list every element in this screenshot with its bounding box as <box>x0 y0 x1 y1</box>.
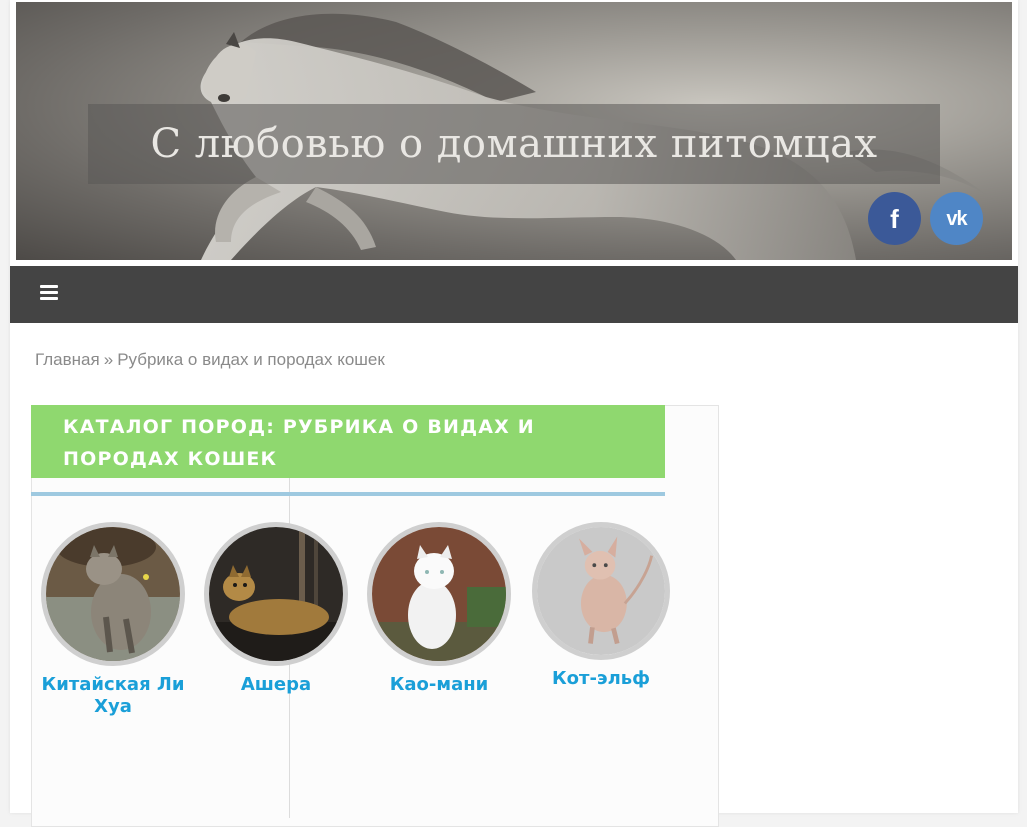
site-title-box: С любовью о домашних питомцах <box>88 104 940 184</box>
breadcrumb-home-link[interactable]: Главная <box>35 350 100 369</box>
hamburger-icon[interactable] <box>40 285 60 303</box>
breed-photo[interactable] <box>41 522 185 666</box>
breed-card-khao-manee[interactable]: Као-мани <box>364 522 514 696</box>
cat-photo-image <box>372 527 506 661</box>
breed-photo[interactable] <box>204 522 348 666</box>
cat-photo-image <box>46 527 180 661</box>
breed-card-china-li-hua[interactable]: Китайская Ли Хуа <box>38 522 188 718</box>
breed-name-link[interactable]: Ашера <box>201 674 351 696</box>
cat-photo-image <box>537 527 665 655</box>
facebook-icon: f <box>890 203 899 234</box>
vk-button[interactable]: vk <box>930 192 983 245</box>
category-divider <box>31 492 665 496</box>
breed-card-elf-cat[interactable]: Кот-эльф <box>526 522 676 690</box>
breed-name-link[interactable]: Китайская Ли Хуа <box>38 674 188 718</box>
breed-photo[interactable] <box>367 522 511 666</box>
breadcrumb-separator: » <box>103 350 114 369</box>
site-title[interactable]: С любовью о домашних питомцах <box>150 121 877 167</box>
category-title: Каталог пород: Рубрика о видах и породах… <box>63 416 535 470</box>
breed-name-link[interactable]: Као-мани <box>364 674 514 696</box>
vk-icon: vk <box>946 207 967 230</box>
breed-photo[interactable] <box>532 522 670 660</box>
breed-card-ashera[interactable]: Ашера <box>201 522 351 696</box>
cat-photo-image <box>209 527 343 661</box>
breed-name-link[interactable]: Кот-эльф <box>526 668 676 690</box>
facebook-button[interactable]: f <box>868 192 921 245</box>
header-banner: С любовью о домашних питомцах f vk <box>16 2 1012 260</box>
main-navbar <box>10 266 1018 323</box>
breadcrumb-current: Рубрика о видах и породах кошек <box>117 350 385 369</box>
breadcrumb: Главная» Рубрика о видах и породах кошек <box>35 350 385 370</box>
category-header: Каталог пород: Рубрика о видах и породах… <box>31 405 665 478</box>
